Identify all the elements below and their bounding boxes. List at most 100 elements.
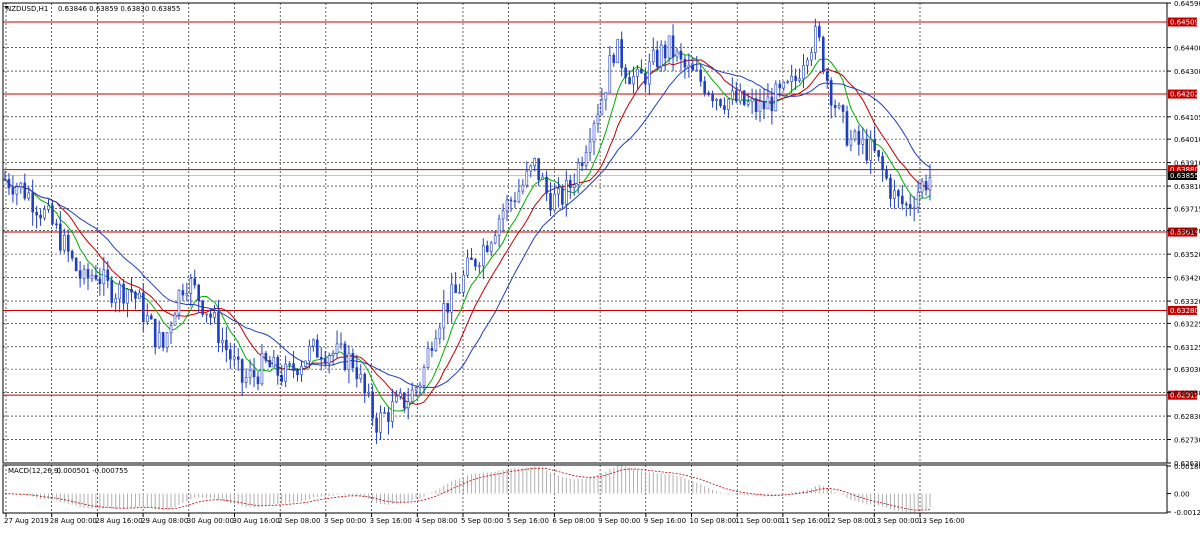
candle-body [565,180,568,205]
candle-body [367,391,370,394]
candle-body [592,123,596,143]
candle-body [304,360,307,367]
candle-body [391,401,394,422]
price-tick-label: 0.62730 [1174,437,1200,445]
candle-body [893,190,896,199]
candle-body [193,278,197,286]
candle-body [758,101,762,113]
candle-body [513,200,517,203]
candle-body [837,105,841,108]
chart-title-symbol: NZDUSD,H1 [6,5,48,13]
candle-body [620,39,623,69]
candle-body [509,199,513,202]
candle-body [505,199,509,212]
time-tick-label: 5 Sep 16:00 [507,517,549,525]
candle-body [568,180,572,188]
time-tick-label: 12 Sep 08:00 [827,517,874,525]
candle-body [517,190,521,203]
candle-body [723,105,726,110]
time-tick-label: 11 Sep 00:00 [735,517,782,525]
time-tick-label: 30 Aug 16:00 [233,517,280,525]
candle-body [248,370,252,378]
candle-body [920,181,924,193]
candle-body [142,292,145,323]
candle-body [434,338,438,351]
time-tick-label: 9 Sep 16:00 [644,517,686,525]
candle-body [489,242,493,252]
candle-body [766,96,770,110]
candle-body [308,345,311,362]
candle-body [731,90,734,100]
candle-body [576,162,580,186]
candle-body [742,90,746,105]
candle-body [794,75,797,81]
candle-body [161,332,165,348]
candle-body [363,373,367,394]
candle-body [35,211,38,216]
chart-canvas[interactable]: 0.645090.642020.638800.636140.632800.629… [0,0,1200,529]
candle-body [604,92,608,101]
candle-body [165,332,169,348]
time-tick-label: 6 Sep 08:00 [552,517,594,525]
time-tick-label: 5 Sep 00:00 [461,517,503,525]
chart-window[interactable]: 0.64509 0.64202 0.63880 0.63614 0.63280 0.629… [0,0,1200,529]
candle-body [240,359,244,383]
candle-body [3,178,7,181]
candle-body [806,59,809,66]
price-pane[interactable] [2,2,1168,464]
candle-body [727,98,730,110]
candle-body [157,332,161,348]
candle-body [810,52,813,61]
candle-body [928,177,932,191]
candle-body [375,417,378,433]
candle-body [134,291,137,299]
candle-body [798,78,801,81]
candle-body [825,71,829,81]
candle-body [853,130,857,140]
candle-body [786,81,789,83]
price-tick-label: 0.63810 [1174,183,1200,191]
candle-body [663,44,667,59]
candle-body [438,327,442,339]
candle-body [422,367,426,386]
candle-body [655,49,659,68]
candle-body [482,245,485,266]
candle-body [371,391,374,419]
price-tick-label: 0.64105 [1174,114,1200,122]
candle-body [351,353,355,368]
price-tick-label: 0.63420 [1174,275,1200,283]
candle-body [845,111,849,146]
candle-body [557,188,560,195]
candle-body [300,366,303,376]
candle-body [185,293,189,296]
candle-body [588,141,592,153]
candle-body [549,192,552,211]
candle-body [829,80,833,106]
candle-body [873,138,876,151]
candle-body [628,77,631,85]
candle-body [122,283,125,304]
candle-body [110,280,114,303]
price-tick-label: 0.64300 [1174,68,1200,76]
candle-body [667,35,671,59]
time-tick-label: 4 Sep 08:00 [415,517,457,525]
candle-body [782,82,786,89]
macd-pane[interactable] [2,464,1168,514]
candle-body [225,340,228,351]
candle-body [70,251,74,259]
candle-body [209,313,212,318]
time-tick-label: 9 Sep 00:00 [598,517,640,525]
candle-body [608,54,612,93]
time-tick-label: 29 Aug 08:00 [141,517,188,525]
level-badge-label: 0.63280 [1170,307,1199,315]
candle-body [7,178,11,189]
candle-body [754,98,758,113]
macd-tick-label: 0.00 [1174,491,1190,499]
candle-body [272,357,276,368]
candle-body [774,83,778,112]
candle-body [762,101,766,110]
candle-body [387,412,390,422]
candle-body [256,376,260,385]
candle-body [331,353,335,357]
candle-body [707,92,710,95]
